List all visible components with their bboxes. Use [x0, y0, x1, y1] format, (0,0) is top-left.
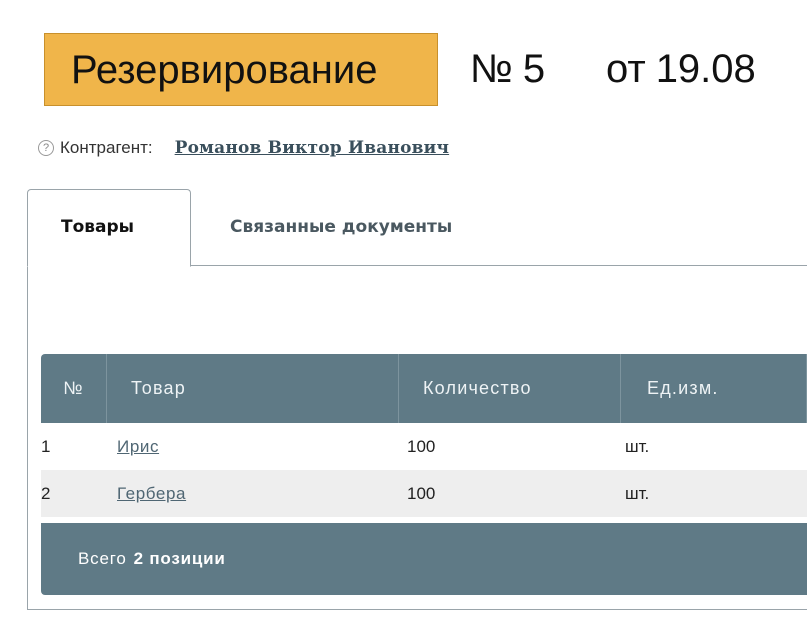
help-icon[interactable]: ? — [38, 140, 54, 156]
number-sign: № — [470, 46, 513, 91]
total-label: Всего — [78, 549, 127, 568]
date-value: 19.08 — [655, 47, 756, 91]
column-header-number[interactable]: № — [41, 354, 107, 423]
products-table: № Товар Количество Ед.изм. 1 Ирис 100 шт… — [41, 354, 807, 595]
total-value: 2 позиции — [133, 549, 226, 568]
row-number: 2 — [41, 483, 51, 503]
row-item: Гербера — [107, 484, 399, 504]
column-header-item[interactable]: Товар — [107, 354, 399, 423]
number-value: 5 — [522, 46, 546, 91]
row-unit: шт. — [625, 483, 650, 503]
document-date: от 19.08 — [606, 32, 756, 106]
table-footer: Всего 2 позиции — [41, 523, 807, 595]
table-header: № Товар Количество Ед.изм. — [41, 354, 807, 423]
table-row: 2 Гербера 100 шт. — [41, 470, 807, 517]
document-number: № 5 — [470, 47, 545, 92]
date-prefix: от — [606, 47, 646, 91]
counterparty-label: Контрагент: — [60, 138, 153, 157]
column-header-unit[interactable]: Ед.изм. — [621, 354, 807, 423]
counterparty-link[interactable]: Романов Виктор Иванович — [175, 138, 449, 158]
item-link[interactable]: Ирис — [117, 437, 159, 456]
row-quantity: 100 — [407, 436, 436, 456]
row-number: 1 — [41, 436, 51, 456]
item-link[interactable]: Гербера — [117, 484, 186, 503]
column-header-quantity[interactable]: Количество — [399, 354, 621, 423]
row-unit: шт. — [625, 436, 650, 456]
document-header: Резервирование № 5 — [44, 32, 545, 106]
tab-products[interactable]: Товары — [27, 189, 191, 267]
tab-related-documents[interactable]: Связанные документы — [230, 189, 452, 265]
row-item: Ирис — [107, 437, 399, 457]
counterparty-row: ? Контрагент: Романов Виктор Иванович — [38, 138, 449, 158]
table-row: 1 Ирис 100 шт. — [41, 423, 807, 470]
document-page: Резервирование № 5 от 19.08 ? Контрагент: … — [0, 0, 807, 625]
document-type-badge: Резервирование — [44, 32, 438, 106]
row-quantity: 100 — [407, 483, 436, 503]
